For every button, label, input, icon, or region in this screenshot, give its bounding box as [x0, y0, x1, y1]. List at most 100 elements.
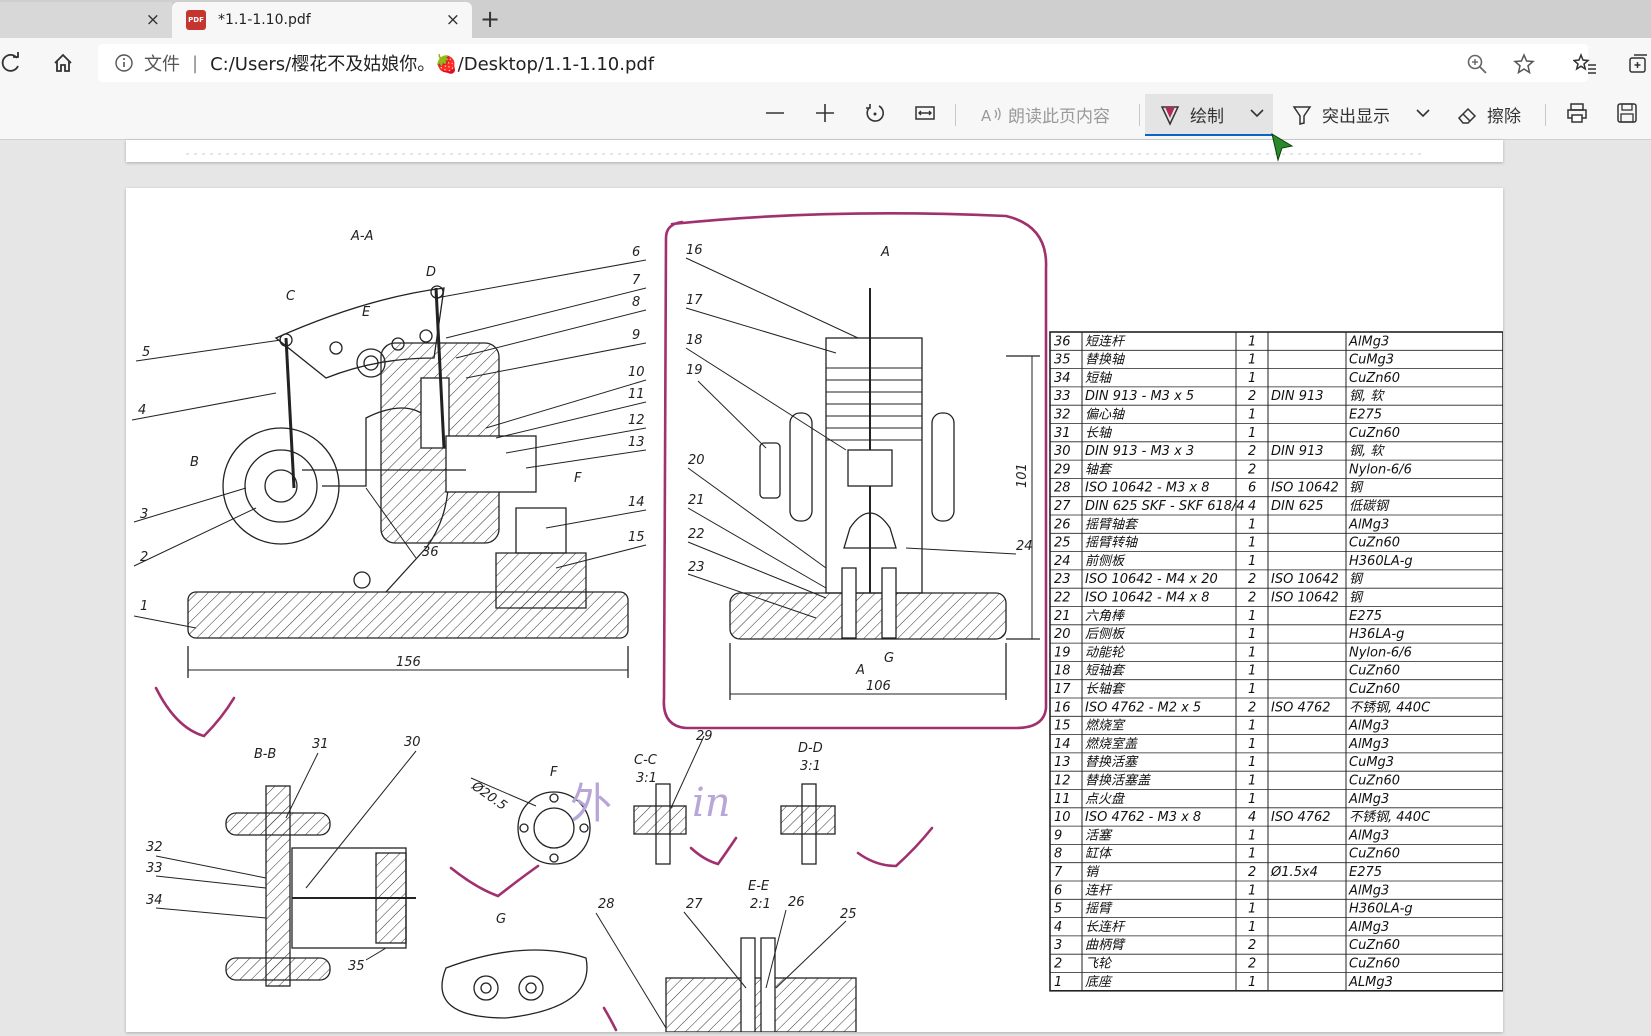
label-scale-dd: 3:1	[800, 759, 821, 774]
home-icon[interactable]	[52, 52, 74, 74]
parts-table-cell-name: 燃烧室	[1085, 718, 1126, 734]
parts-table-cell-std: Ø1.5x4	[1270, 865, 1318, 880]
callout-18: 18	[686, 333, 703, 348]
parts-table-cell-mat: Nylon-6/6	[1349, 462, 1412, 477]
label-a-bottom: A	[855, 663, 865, 678]
callout-10: 10	[628, 365, 645, 380]
parts-table-cell-qty: 2	[1248, 462, 1256, 477]
parts-table-cell-no: 29	[1054, 462, 1071, 477]
label-scale-cc: 3:1	[636, 771, 657, 786]
parts-table-cell-no: 13	[1054, 755, 1071, 770]
print-icon[interactable]	[1566, 102, 1588, 124]
parts-table: 36 短连杆 1 AlMg335 替换轴 1 CuMg334 短轴 1 CuZn6033 DIN 9…	[1049, 331, 1504, 992]
parts-table-cell-mat: 不锈钢, 440C	[1349, 810, 1431, 825]
tab-current[interactable]: PDF *1.1-1.10.pdf ×	[172, 2, 472, 38]
callout-22: 22	[688, 527, 705, 542]
callout-6: 6	[632, 245, 640, 260]
parts-table-cell-name: 摇臂轴套	[1085, 517, 1139, 532]
new-tab-button[interactable]: +	[480, 5, 500, 33]
ink-check-4	[856, 826, 934, 868]
callout-30: 30	[404, 735, 421, 750]
svg-text:A: A	[981, 107, 992, 125]
parts-table-cell-no: 34	[1054, 371, 1071, 386]
parts-table-cell-mat: CuZn60	[1349, 682, 1400, 697]
tab-close-icon[interactable]: ×	[446, 10, 460, 30]
parts-table-cell-qty: 1	[1248, 682, 1256, 697]
parts-table-cell-mat: AlMg3	[1348, 334, 1389, 349]
parts-table-cell-name: 摇臂转轴	[1085, 536, 1139, 551]
callout-14: 14	[628, 495, 645, 510]
parts-table-cell-no: 5	[1054, 902, 1062, 917]
parts-table-cell-name: 动能轮	[1085, 645, 1126, 660]
callout-7: 7	[632, 273, 641, 288]
callout-8: 8	[632, 295, 640, 310]
parts-table-cell-name: 短轴套	[1085, 664, 1126, 679]
url-text[interactable]: C:/Users/樱花不及姑娘你。🍓/Desktop/1.1-1.10.pdf	[210, 50, 654, 76]
parts-table-cell-name: 轴套	[1085, 462, 1113, 477]
callout-23: 23	[688, 560, 705, 575]
favorites-icon[interactable]	[1573, 53, 1597, 75]
label-g-section: G	[884, 651, 894, 666]
parts-table-cell-name: 偏心轴	[1085, 408, 1126, 423]
callout-34: 34	[146, 893, 163, 908]
parts-table-cell-no: 6	[1054, 883, 1062, 898]
pdf-icon: PDF	[186, 10, 206, 30]
draw-button[interactable]: 绘制	[1160, 102, 1224, 127]
parts-table-cell-no: 27	[1054, 499, 1071, 514]
callout-1: 1	[140, 599, 148, 614]
save-icon[interactable]	[1616, 102, 1638, 124]
parts-table-cell-name: 缸体	[1085, 846, 1113, 862]
refresh-icon[interactable]	[0, 52, 22, 74]
parts-table-cell-no: 31	[1054, 426, 1071, 441]
tab-close-icon[interactable]: ×	[146, 10, 160, 30]
parts-table-cell-mat: 钢, 软	[1349, 444, 1385, 459]
parts-table-cell-name: ISO 10642 - M3 x 8	[1085, 481, 1209, 496]
parts-table-cell-name: 长连杆	[1085, 920, 1126, 935]
fit-width-icon[interactable]	[914, 102, 936, 124]
draw-chevron-down-icon[interactable]	[1249, 107, 1265, 119]
highlight-chevron-down-icon[interactable]	[1415, 107, 1431, 119]
read-aloud-label: 朗读此页内容	[1008, 107, 1110, 127]
collections-icon[interactable]	[1627, 53, 1649, 75]
rotate-icon[interactable]	[864, 102, 886, 124]
handwriting-wai: 外	[570, 779, 612, 828]
parts-table-cell-no: 24	[1054, 554, 1071, 569]
parts-table-cell-name: DIN 913 - M3 x 3	[1085, 444, 1194, 459]
tab-previous[interactable]: ×	[0, 2, 172, 38]
callout-12: 12	[628, 413, 645, 428]
parts-table-cell-qty: 1	[1248, 828, 1256, 843]
parts-table-cell-name: ISO 10642 - M4 x 8	[1085, 591, 1209, 606]
site-info-label[interactable]: 文件	[144, 50, 180, 76]
parts-table-cell-no: 19	[1054, 645, 1071, 660]
parts-table-cell-qty: 1	[1248, 792, 1256, 807]
callout-36: 36	[422, 545, 439, 560]
zoom-in-icon[interactable]	[814, 102, 836, 124]
pdf-viewer[interactable]: A-A 156 B C D E F 5 4 3 2 1 36 6 7 8 9 1…	[0, 132, 1651, 1033]
zoom-icon[interactable]	[1466, 53, 1488, 75]
draw-pen-icon	[1160, 105, 1180, 126]
parts-table-cell-no: 15	[1054, 719, 1071, 734]
parts-table-cell-no: 35	[1054, 353, 1071, 368]
parts-table-cell-qty: 1	[1248, 536, 1256, 551]
parts-table-cell-qty: 1	[1248, 755, 1256, 770]
parts-table-cell-qty: 2	[1248, 389, 1256, 404]
parts-table-cell-mat: CuZn60	[1349, 536, 1400, 551]
info-icon[interactable]	[114, 53, 134, 73]
address-field[interactable]: 文件 | C:/Users/樱花不及姑娘你。🍓/Desktop/1.1-1.10…	[98, 44, 1588, 82]
dim-156: 156	[396, 655, 421, 670]
parts-table-cell-mat: AlMg3	[1348, 737, 1389, 752]
dim-106: 106	[866, 679, 891, 694]
zoom-out-icon[interactable]	[764, 102, 786, 124]
callout-21: 21	[688, 493, 705, 508]
favorite-star-icon[interactable]	[1513, 53, 1535, 75]
ink-mark-5	[602, 1006, 618, 1032]
parts-table-cell-mat: CuZn60	[1349, 426, 1400, 441]
highlight-icon	[1292, 105, 1312, 125]
parts-table-cell-mat: AlMg3	[1348, 920, 1389, 935]
erase-button[interactable]: 擦除	[1457, 102, 1521, 127]
read-aloud-button[interactable]: A 朗读此页内容	[980, 102, 1110, 128]
highlight-button[interactable]: 突出显示	[1292, 102, 1390, 127]
engineering-drawing: A-A 156 B C D E F 5 4 3 2 1 36 6 7 8 9 1…	[131, 212, 1504, 1033]
address-separator: |	[192, 52, 199, 74]
callout-5: 5	[142, 345, 150, 360]
